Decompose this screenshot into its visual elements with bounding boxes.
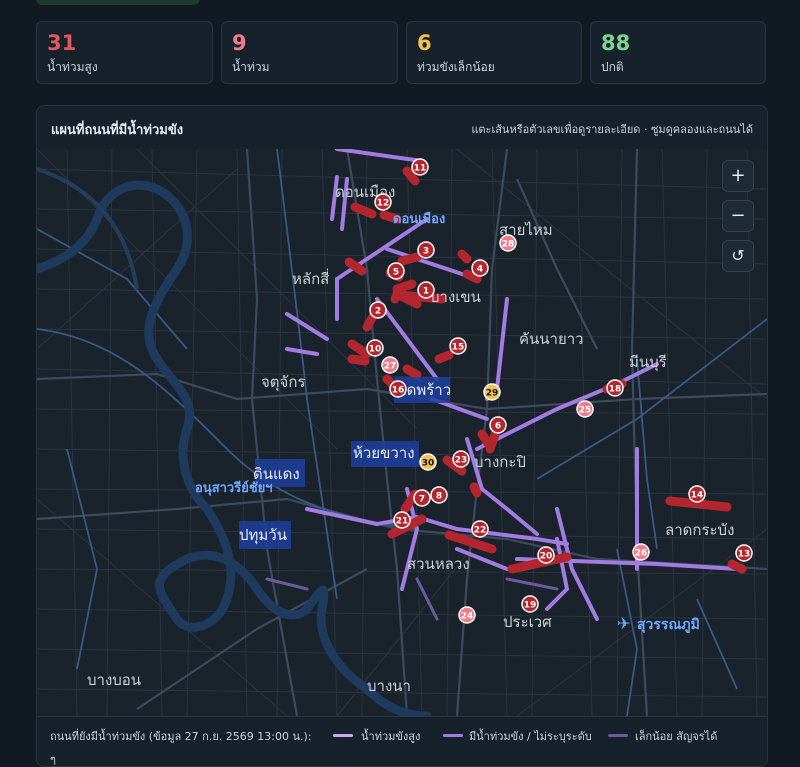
- flood-marker-label[interactable]: 15: [452, 343, 465, 353]
- flood-marker-label[interactable]: 21: [396, 517, 409, 527]
- stat-label: น้ำท่วมสูง: [47, 60, 98, 74]
- flood-marker-label[interactable]: 14: [691, 491, 704, 501]
- label-minburi: มีนบุรี: [629, 353, 667, 372]
- flood-marker-label[interactable]: 25: [579, 406, 592, 416]
- stat-value: 6: [417, 31, 432, 55]
- panel-hint: แตะเส้นหรือตัวเลขเพื่อดูรายละเอียด · ซูม…: [471, 123, 753, 136]
- flood-marker-label[interactable]: 1: [423, 287, 429, 297]
- label-huaikhwang: ห้วยขวาง: [353, 444, 415, 462]
- label-latkrabang: ลาดกระบัง: [665, 521, 734, 539]
- stat-card-minor-flood: 6 ท่วมขังเล็กน้อย: [406, 21, 582, 84]
- stat-card-high-flood: 31 น้ำท่วมสูง: [36, 21, 213, 84]
- flood-marker-label[interactable]: 20: [540, 552, 553, 562]
- flood-marker-label[interactable]: 10: [369, 345, 382, 355]
- flood-marker-label[interactable]: 7: [419, 495, 425, 505]
- flood-marker-label[interactable]: 8: [436, 492, 442, 502]
- panel-title: แผนที่ถนนที่มีน้ำท่วมขัง: [51, 123, 184, 138]
- label-bangbon: บางบอน: [87, 671, 141, 689]
- flood-marker-label[interactable]: 19: [524, 601, 537, 611]
- stat-value: 31: [47, 31, 77, 55]
- flood-marker-label[interactable]: 22: [474, 526, 487, 536]
- flood-marker-label[interactable]: 16: [392, 386, 405, 396]
- flood-marker-label[interactable]: 27: [384, 362, 397, 372]
- legend-label-medium: มีน้ำท่วมขัง / ไม่ระบุระดับ: [469, 730, 592, 743]
- flood-marker-label[interactable]: 30: [422, 459, 435, 469]
- legend-more: ๆ: [50, 753, 56, 766]
- label-bangkhen: บางเขน: [430, 288, 481, 306]
- stat-label: ท่วมขังเล็กน้อย: [417, 60, 495, 74]
- stat-label: ปกติ: [601, 60, 624, 74]
- stat-card-normal: 88 ปกติ: [590, 21, 766, 84]
- flood-marker-label[interactable]: 28: [502, 240, 515, 250]
- legend-swatch-medium: [443, 734, 463, 737]
- flood-marker-label[interactable]: 24: [461, 612, 474, 622]
- zoom-in-button[interactable]: +: [722, 160, 754, 192]
- label-laksi: หลักสี่: [292, 268, 329, 288]
- label-pathumwan: ปทุมวัน: [239, 526, 287, 545]
- legend-label-high: น้ำท่วมขังสูง: [361, 730, 421, 743]
- airplane-icon: ✈: [617, 614, 630, 633]
- label-khannayao: คันนายาว: [519, 330, 584, 348]
- top-partial-card: [36, 0, 200, 5]
- flood-map-panel: แผนที่ถนนที่มีน้ำท่วมขัง แตะเส้นหรือตัวเ…: [36, 105, 768, 767]
- flood-roads-medium[interactable]: [285, 149, 739, 621]
- label-suanluang: สวนหลวง: [407, 555, 470, 573]
- label-prawet: ประเวศ: [503, 613, 552, 631]
- stat-label: น้ำท่วม: [232, 60, 270, 74]
- flood-marker-label[interactable]: 6: [495, 422, 501, 432]
- stat-value: 88: [601, 31, 631, 55]
- flood-marker-label[interactable]: 4: [477, 265, 483, 275]
- map-canvas[interactable]: ดอนเมือง สายไหม หลักสี่ บางเขน คันนายาว …: [37, 149, 767, 716]
- label-chatuchak: จตุจักร: [261, 373, 305, 392]
- legend-swatch-high: [333, 734, 353, 737]
- flood-marker-label[interactable]: 29: [486, 389, 499, 399]
- flood-marker-label[interactable]: 2: [375, 307, 381, 317]
- flood-marker-label[interactable]: 3: [423, 247, 429, 257]
- flood-marker-label[interactable]: 23: [455, 456, 468, 466]
- label-donmueang-airport: ดอนเมือง: [393, 211, 445, 227]
- legend-title: ถนนที่ยังมีน้ำท่วมขัง (ข้อมูล 27 ก.ย. 25…: [50, 730, 312, 743]
- flood-marker-label[interactable]: 13: [738, 550, 751, 560]
- zoom-out-button[interactable]: −: [722, 200, 754, 232]
- legend-swatch-minor: [608, 734, 628, 737]
- stat-value: 9: [232, 31, 247, 55]
- flood-marker-label[interactable]: 12: [377, 199, 390, 209]
- label-victory: อนุสาวรีย์ชัยฯ: [195, 480, 273, 496]
- map-legend: ถนนที่ยังมีน้ำท่วมขัง (ข้อมูล 27 ก.ย. 25…: [37, 716, 767, 766]
- label-bangkapi: บางกะปิ: [474, 453, 526, 471]
- label-suvarnabhumi: สุวรรณภูมิ: [637, 617, 700, 633]
- reset-view-button[interactable]: ↺: [722, 240, 754, 272]
- flood-marker-label[interactable]: 11: [414, 164, 427, 174]
- flood-marker-label[interactable]: 5: [393, 268, 399, 278]
- flood-map[interactable]: ดอนเมือง สายไหม หลักสี่ บางเขน คันนายาว …: [37, 149, 767, 716]
- legend-label-minor: เล็กน้อย สัญจรได้: [635, 730, 718, 743]
- stat-card-flood: 9 น้ำท่วม: [221, 21, 398, 84]
- flood-marker-label[interactable]: 18: [609, 385, 622, 395]
- flood-marker-label[interactable]: 26: [635, 549, 648, 559]
- label-bangna: บางนา: [367, 677, 411, 695]
